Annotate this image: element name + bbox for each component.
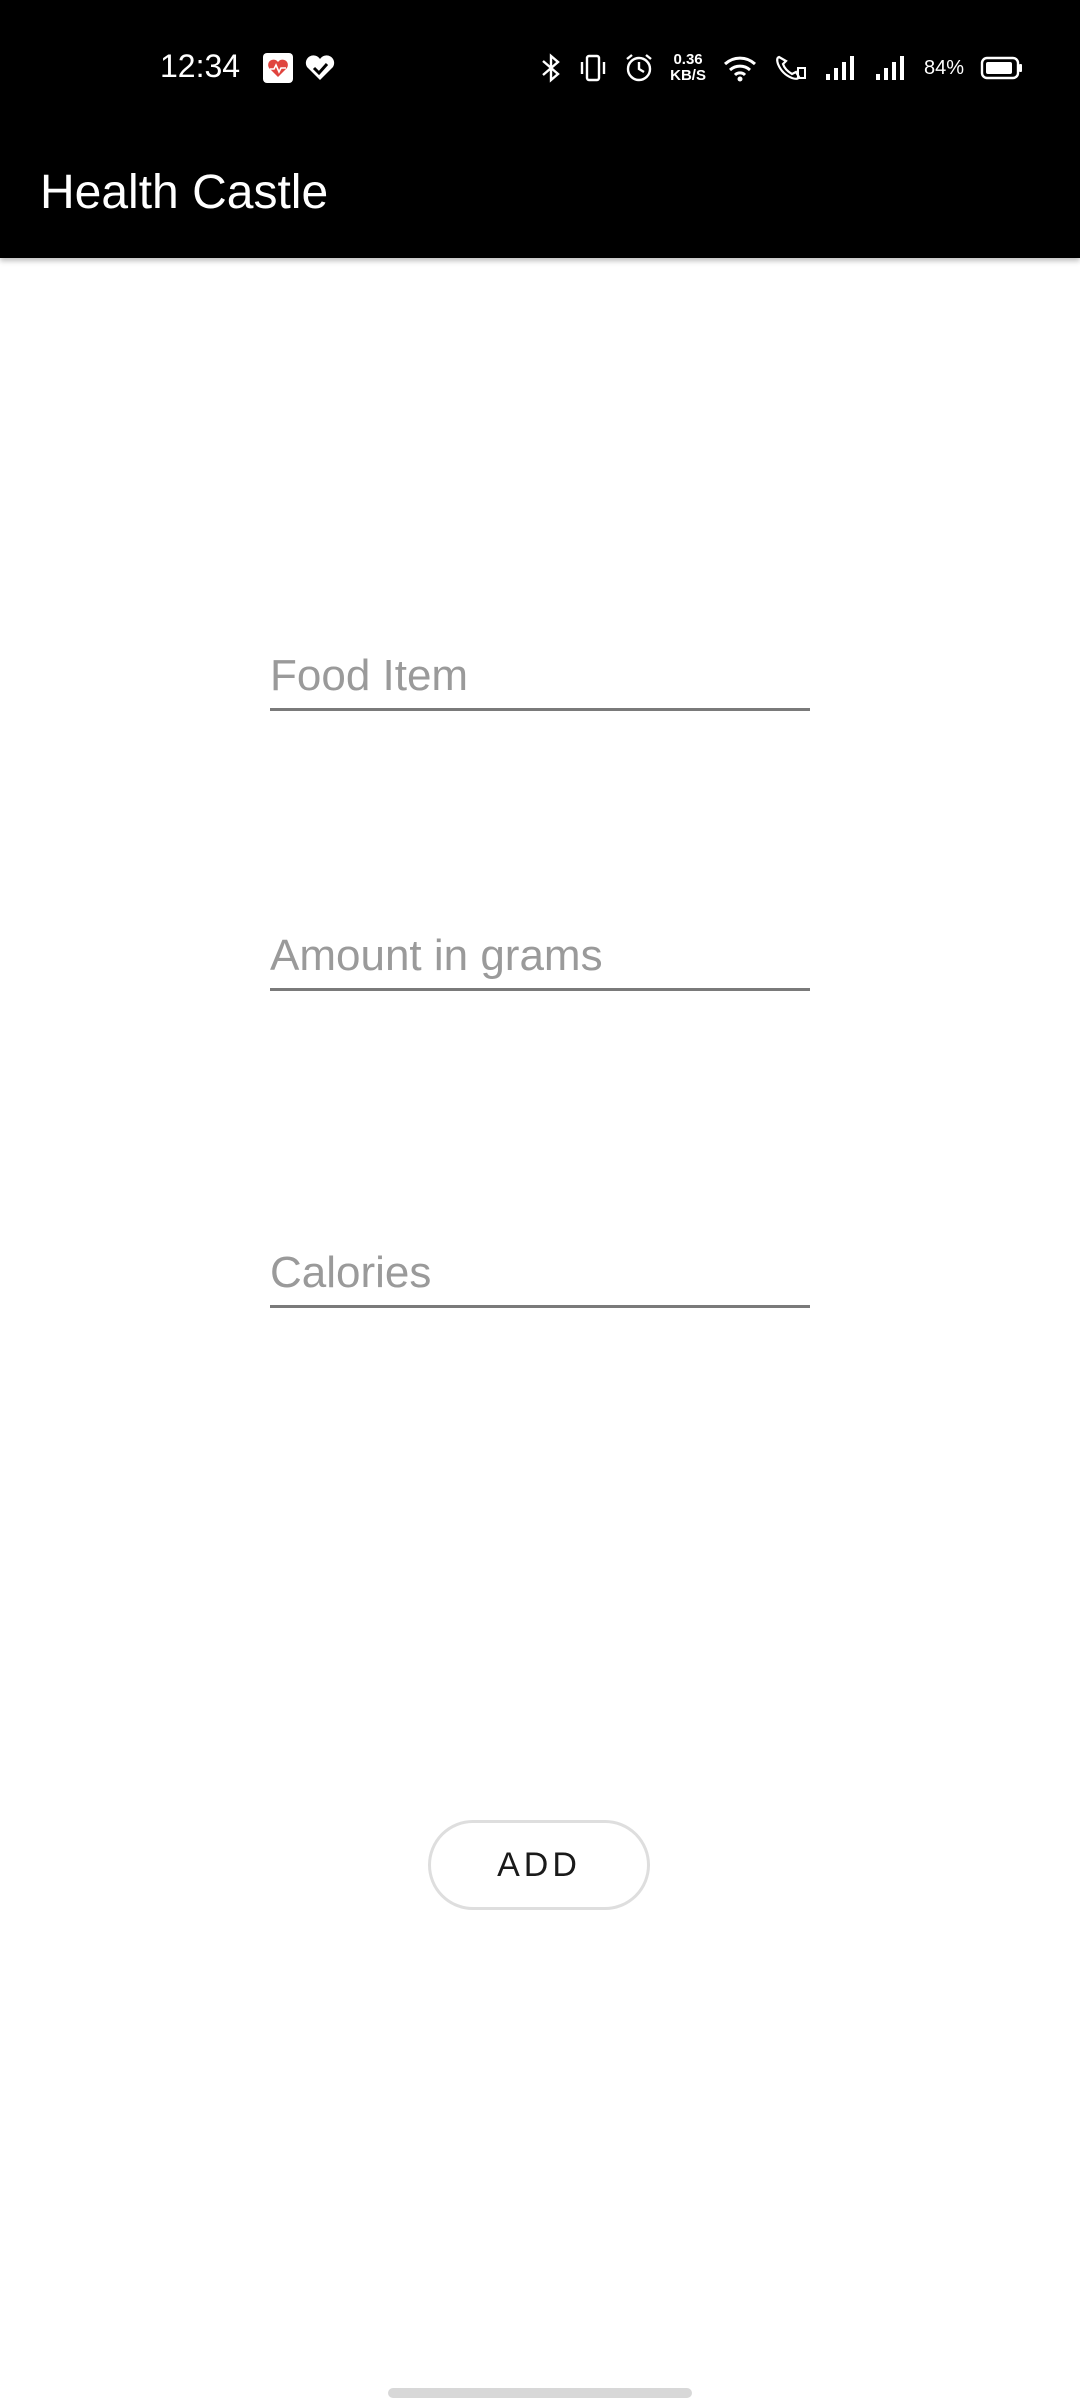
wifi-calling-icon bbox=[776, 55, 806, 80]
add-button[interactable]: ADD bbox=[428, 1820, 650, 1910]
heart-check-icon bbox=[305, 55, 335, 80]
app-bar: Health Castle bbox=[0, 136, 1080, 258]
battery-percent: 84% bbox=[923, 56, 964, 79]
status-icons: 0.36 KB/S 84% bbox=[540, 46, 1024, 90]
signal-icon bbox=[875, 56, 904, 80]
app-title: Health Castle bbox=[40, 166, 329, 219]
signal-icon bbox=[825, 56, 854, 80]
net-speed-unit: KB/S bbox=[670, 67, 706, 84]
vibrate-icon bbox=[580, 54, 606, 82]
status-time: 12:34 bbox=[160, 48, 241, 84]
amount-grams-input[interactable] bbox=[270, 928, 810, 991]
status-bar: 12:34 0.36 KB/S 84% bbox=[0, 0, 1080, 136]
net-speed-value: 0.36 bbox=[673, 51, 703, 68]
food-item-input[interactable] bbox=[270, 648, 810, 711]
wifi-icon bbox=[723, 56, 756, 82]
net-speed: 0.36 KB/S bbox=[670, 52, 706, 84]
bluetooth-icon bbox=[542, 53, 560, 83]
calories-input[interactable] bbox=[270, 1245, 810, 1308]
alarm-icon bbox=[626, 54, 652, 82]
health-app-icon bbox=[263, 53, 293, 83]
gesture-bar[interactable] bbox=[388, 2388, 692, 2398]
battery-icon bbox=[980, 56, 1022, 80]
